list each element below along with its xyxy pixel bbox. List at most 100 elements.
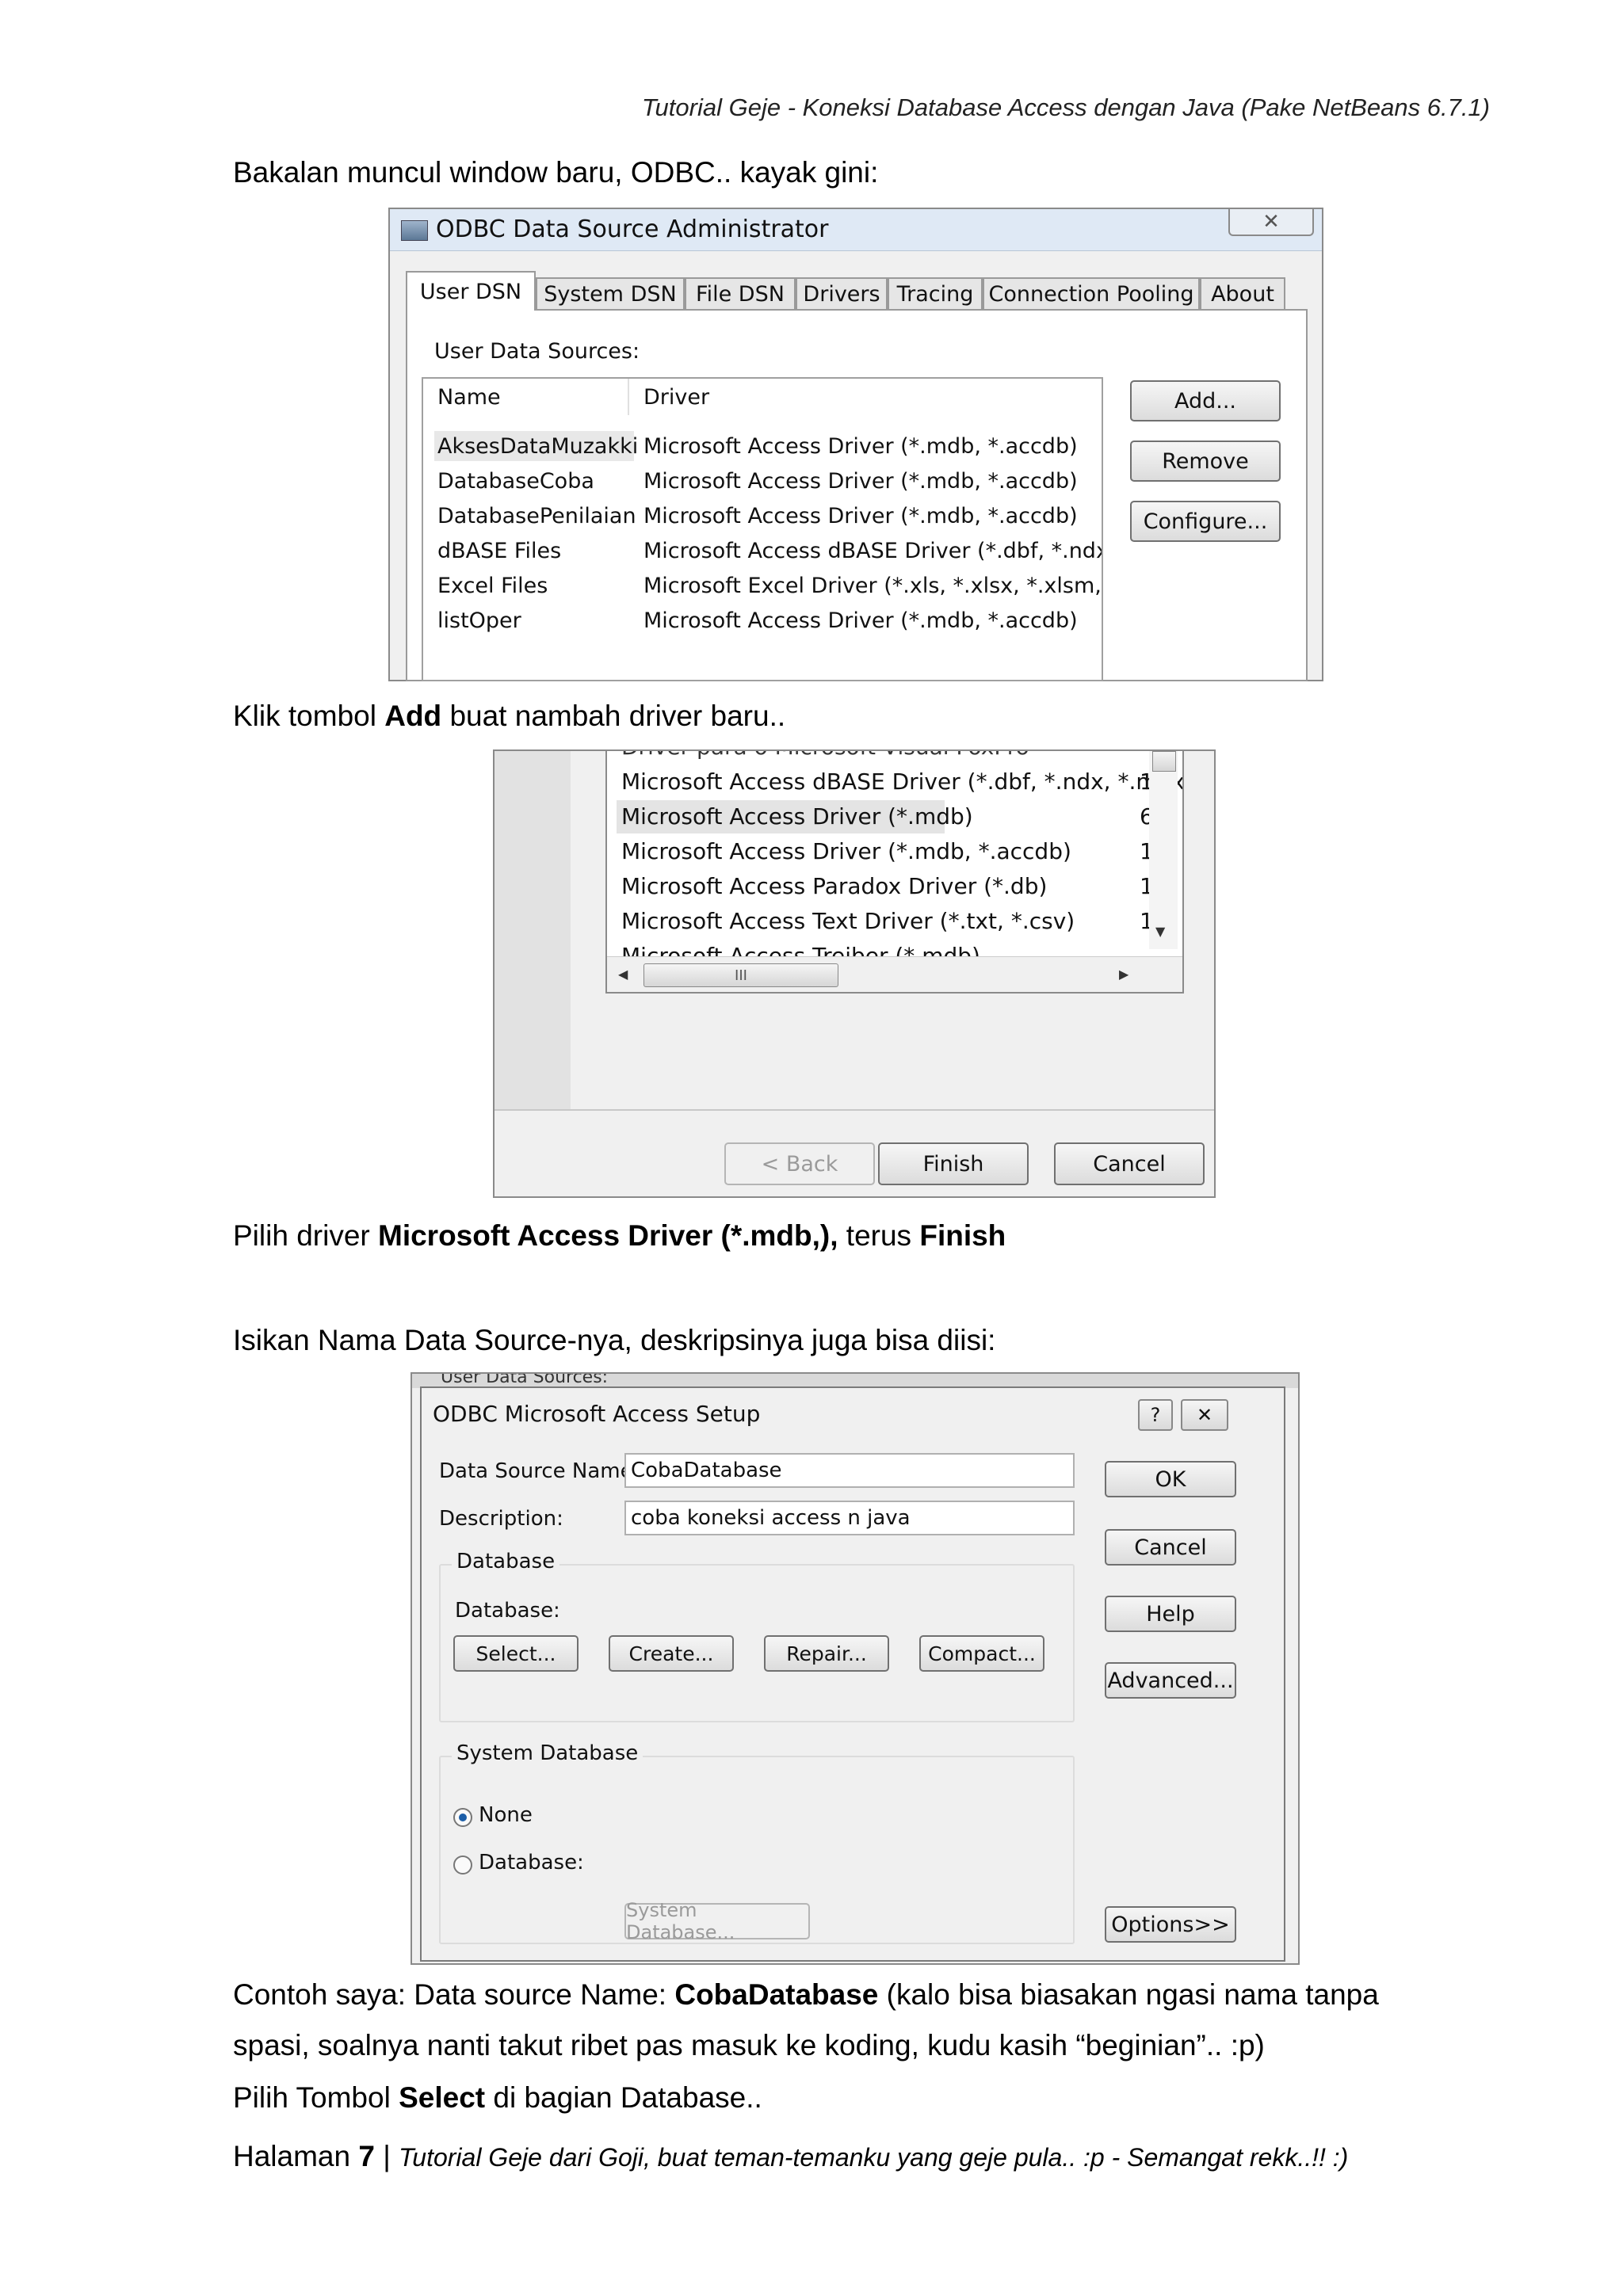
list-item[interactable]: DatabasePenilaian Microsoft Access Drive…	[423, 499, 1102, 534]
list-item-selected[interactable]: Microsoft Access Driver (*.mdb)	[621, 803, 973, 830]
title-bar: ODBC Data Source Administrator ✕	[390, 209, 1322, 251]
list-item[interactable]: listOper Microsoft Access Driver (*.mdb,…	[423, 604, 1102, 639]
options-button[interactable]: Options>>	[1105, 1906, 1236, 1943]
data-source-name-input[interactable]: CobaDatabase	[624, 1453, 1075, 1488]
help-icon[interactable]: ?	[1138, 1399, 1173, 1431]
window-title: ODBC Microsoft Access Setup	[433, 1401, 761, 1427]
paragraph-example: Contoh saya: Data source Name: CobaDatab…	[233, 1978, 1379, 2012]
back-button[interactable]: < Back	[724, 1142, 875, 1185]
database-label: Database:	[455, 1599, 560, 1623]
select-button-label: Select...	[475, 1642, 556, 1665]
text: (kalo bisa biasakan ngasi nama tanpa	[878, 1978, 1379, 2011]
scroll-right-arrow-icon[interactable]: ▶	[1119, 967, 1128, 982]
list-item[interactable]: Excel Files Microsoft Excel Driver (*.xl…	[423, 569, 1102, 604]
scroll-thumb[interactable]	[1152, 751, 1176, 772]
bold-text: Microsoft Access Driver (*.mdb,),	[378, 1219, 838, 1252]
page-number: 7	[358, 2140, 375, 2172]
list-item[interactable]: Microsoft Access dBASE Driver (*.dbf, *.…	[621, 769, 1182, 795]
paragraph-fill-name: Isikan Nama Data Source-nya, deskripsiny…	[233, 1324, 996, 1356]
row-driver: Microsoft Access Driver (*.mdb, *.accdb)	[643, 469, 1078, 494]
configure-button[interactable]: Configure...	[1130, 501, 1281, 542]
back-button-label: < Back	[761, 1151, 838, 1177]
add-button[interactable]: Add...	[1130, 380, 1281, 421]
footer-text: Tutorial Geje dari Goji, buat teman-tema…	[399, 2143, 1349, 2172]
cancel-button-label: Cancel	[1134, 1535, 1207, 1560]
compact-button[interactable]: Compact...	[919, 1635, 1044, 1672]
tab-connection-pooling[interactable]: Connection Pooling	[983, 277, 1200, 309]
close-icon[interactable]: ✕	[1181, 1399, 1228, 1431]
tab-system-dsn[interactable]: System DSN	[536, 277, 685, 309]
cancel-button-label: Cancel	[1093, 1151, 1166, 1177]
row-driver: Microsoft Access Driver (*.mdb, *.accdb)	[643, 504, 1078, 528]
tab-user-dsn[interactable]: User DSN	[406, 271, 536, 311]
bold-text: CobaDatabase	[674, 1978, 879, 2011]
access-setup-window: User Data Sources: ODBC Microsoft Access…	[411, 1372, 1300, 1965]
row-driver: Microsoft Excel Driver (*.xls, *.xlsx, *…	[643, 574, 1102, 598]
options-button-label: Options>>	[1111, 1912, 1230, 1937]
repair-button[interactable]: Repair...	[764, 1635, 889, 1672]
wizard-side-panel	[495, 751, 571, 1109]
cancel-button[interactable]: Cancel	[1105, 1529, 1236, 1566]
list-item[interactable]: Microsoft Access Paradox Driver (*.db)	[621, 873, 1047, 899]
paragraph-add: Klik tombol Add buat nambah driver baru.…	[233, 699, 785, 734]
select-button[interactable]: Select...	[453, 1635, 579, 1672]
row-name: AksesDataMuzakki	[437, 434, 639, 459]
advanced-button[interactable]: Advanced...	[1105, 1662, 1236, 1699]
tab-file-dsn[interactable]: File DSN	[685, 277, 796, 309]
bold-text: Select	[399, 2081, 486, 2114]
window-title: ODBC Data Source Administrator	[436, 215, 829, 243]
grip-icon: III	[735, 967, 747, 984]
text: buat nambah driver baru..	[441, 700, 786, 732]
vertical-scrollbar[interactable]: ▼	[1149, 751, 1178, 949]
data-sources-list[interactable]: Name Driver AksesDataMuzakki Microsoft A…	[422, 377, 1103, 681]
paragraph-intro: Bakalan muncul window baru, ODBC.. kayak…	[233, 156, 879, 189]
row-name: listOper	[437, 608, 521, 633]
radio-none[interactable]	[453, 1808, 472, 1827]
system-database-button[interactable]: System Database...	[624, 1899, 810, 1943]
horizontal-scrollbar[interactable]: ◀ III ▶	[607, 956, 1182, 992]
list-item[interactable]: AksesDataMuzakki Microsoft Access Driver…	[423, 429, 1102, 464]
cancel-button[interactable]: Cancel	[1054, 1142, 1205, 1185]
scroll-thumb[interactable]: III	[643, 963, 838, 987]
divider	[495, 1109, 1214, 1111]
row-driver: Microsoft Access Driver (*.mdb, *.accdb)	[643, 434, 1078, 459]
row-driver: Microsoft Access Driver (*.mdb, *.accdb)	[643, 608, 1078, 633]
system-database-button-label: System Database...	[626, 1899, 735, 1943]
help-button[interactable]: Help	[1105, 1596, 1236, 1632]
scroll-left-arrow-icon[interactable]: ◀	[618, 967, 628, 982]
description-input[interactable]: coba koneksi access n java	[624, 1501, 1075, 1535]
text: Contoh saya: Data source Name:	[233, 1978, 675, 2011]
user-data-sources-label: User Data Sources:	[434, 339, 640, 364]
list-item[interactable]: dBASE Files Microsoft Access dBASE Drive…	[423, 534, 1102, 569]
row-name: DatabaseCoba	[437, 469, 594, 494]
ok-button[interactable]: OK	[1105, 1461, 1236, 1497]
tab-about[interactable]: About	[1200, 277, 1285, 309]
tab-tracing[interactable]: Tracing	[888, 277, 983, 309]
finish-button[interactable]: Finish	[878, 1142, 1029, 1185]
create-button[interactable]: Create...	[609, 1635, 734, 1672]
advanced-button-label: Advanced...	[1107, 1668, 1234, 1693]
dsn-label: Data Source Name:	[439, 1459, 640, 1483]
radio-database-label: Database:	[479, 1851, 584, 1875]
list-item[interactable]: DatabaseCoba Microsoft Access Driver (*.…	[423, 464, 1102, 499]
remove-button-label: Remove	[1162, 448, 1249, 474]
radio-database[interactable]	[453, 1855, 472, 1875]
row-name: dBASE Files	[437, 539, 562, 563]
input-value: coba koneksi access n java	[631, 1506, 911, 1530]
column-header-name[interactable]: Name	[423, 379, 629, 415]
column-header-driver[interactable]: Driver	[629, 379, 1102, 415]
system-database-group: System Database None Database: System Da…	[439, 1741, 1075, 1944]
remove-button[interactable]: Remove	[1130, 441, 1281, 482]
list-item[interactable]: Driver para o Microsoft Visual FoxPro	[621, 751, 1029, 760]
text: Pilih Tombol	[233, 2081, 399, 2114]
list-item[interactable]: Microsoft Access Text Driver (*.txt, *.c…	[621, 908, 1075, 934]
tab-drivers[interactable]: Drivers	[796, 277, 888, 309]
close-icon[interactable]: ✕	[1228, 209, 1314, 236]
driver-list[interactable]: Driver para o Microsoft Visual FoxPro Mi…	[605, 749, 1184, 994]
list-item[interactable]: Microsoft Access Driver (*.mdb, *.accdb)	[621, 838, 1071, 864]
app-icon	[401, 220, 428, 241]
scroll-down-arrow-icon[interactable]: ▼	[1155, 924, 1165, 939]
row-driver: Microsoft Access dBASE Driver (*.dbf, *.…	[643, 539, 1103, 563]
page-footer: Halaman 7 | Tutorial Geje dari Goji, bua…	[233, 2139, 1348, 2174]
row-name: Excel Files	[437, 574, 548, 598]
